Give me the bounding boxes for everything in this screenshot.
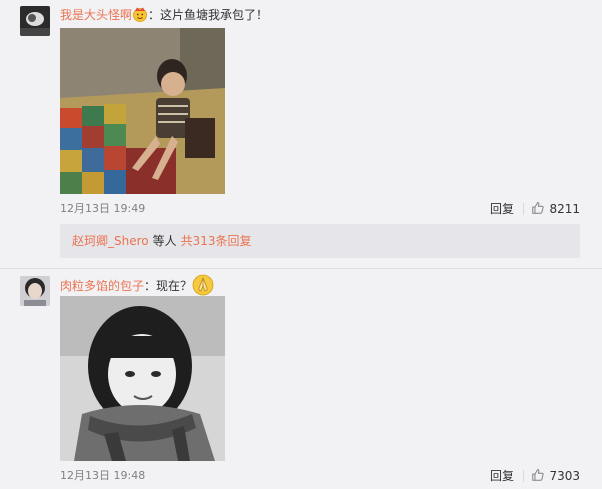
comment-text: ：这片鱼塘我承包了！ (148, 8, 269, 22)
comment-text: ：现在？ (144, 279, 193, 293)
comment-username[interactable]: 肉粒多馅的包子 (60, 279, 144, 293)
divider (523, 203, 524, 215)
comment-photo[interactable] (60, 296, 225, 461)
like-count: 7303 (549, 469, 580, 483)
reply-button[interactable]: 回复 (490, 468, 514, 484)
sub-reply-count-link[interactable]: 共313条回复 (181, 234, 252, 248)
comment-time: 12月13日 19:49 (60, 202, 146, 215)
comment-username[interactable]: 我是大头怪啊 (60, 8, 132, 22)
reply-button[interactable]: 回复 (490, 201, 514, 217)
divider (523, 470, 524, 482)
like-button[interactable]: 7303 (531, 468, 580, 484)
comment-meta: 12月13日 19:49 回复 8211 (60, 201, 580, 217)
thumbs-up-icon (532, 469, 545, 481)
avatar[interactable] (20, 6, 50, 36)
comment-meta: 12月13日 19:48 回复 7303 (60, 468, 580, 484)
comment-photo[interactable] (60, 28, 225, 194)
comment-time: 12月13日 19:48 (60, 469, 146, 482)
like-count: 8211 (549, 202, 580, 216)
sub-reply-and-text: 等人 (152, 234, 177, 248)
comment-divider (0, 268, 602, 269)
sub-reply-username[interactable]: 赵珂卿_Shero (72, 234, 149, 248)
sub-replies-box[interactable]: 赵珂卿_Shero 等人 共313条回复 (60, 224, 580, 258)
praying-hands-emoji-icon (192, 274, 214, 296)
crown-face-emoji-icon (132, 6, 148, 22)
like-button[interactable]: 8211 (531, 201, 580, 217)
avatar[interactable] (20, 276, 50, 306)
thumbs-up-icon (532, 202, 545, 214)
